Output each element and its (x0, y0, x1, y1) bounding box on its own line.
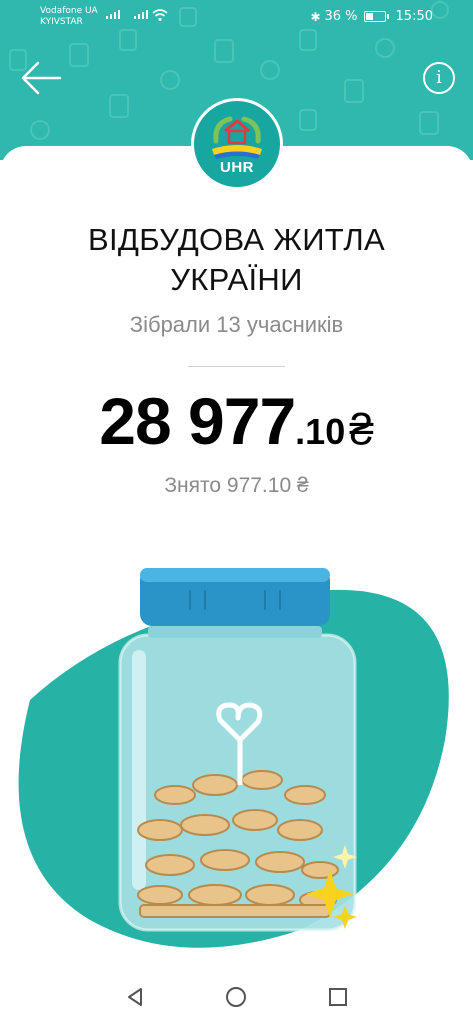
system-nav-bar (0, 966, 473, 1024)
battery-icon (363, 11, 389, 22)
nav-back-button[interactable] (124, 986, 146, 1008)
back-button[interactable] (18, 58, 64, 98)
divider (188, 366, 285, 367)
signal-1-icon (106, 10, 120, 19)
amount-main: 28 977 (99, 384, 296, 458)
wifi-icon (152, 9, 168, 22)
square-recents-icon (329, 988, 347, 1006)
withdrawn-amount: Знято 977.10 ₴ (164, 474, 309, 497)
carrier-2: KYIVSTAR (40, 17, 83, 27)
jar-illustration (18, 568, 449, 948)
members-count: Зібрали 13 учасників (129, 312, 344, 337)
carrier-names: Vodafone UA KYIVSTAR (40, 6, 98, 28)
bluetooth-icon: ✱ (310, 9, 321, 24)
circle-home-icon (226, 987, 246, 1007)
amount-cents: .10 (295, 411, 346, 452)
logo-text: UHR (220, 159, 254, 176)
nav-recents-button[interactable] (327, 986, 349, 1008)
carrier-1: Vodafone UA (40, 6, 98, 16)
jar-title-line-2: УКРАЇНИ (170, 262, 303, 297)
status-right: ✱ 36 % 15:50 (310, 9, 433, 24)
signal-2-icon (134, 10, 148, 19)
triangle-back-icon (128, 988, 142, 1006)
battery-percent: 36 % (324, 9, 358, 24)
jar-title-line-1: ВІДБУДОВА ЖИТЛА (88, 222, 385, 257)
clock: 15:50 (395, 9, 433, 24)
nav-home-button[interactable] (225, 986, 247, 1008)
info-button[interactable]: i (423, 62, 455, 94)
arrow-left-icon (21, 61, 62, 95)
status-bar: Vodafone UA KYIVSTAR ✱ 36 % 15:50 (0, 0, 473, 34)
info-icon: i (436, 67, 442, 88)
collected-amount: 28 977.10₴ (20, 383, 453, 459)
currency-sign: ₴ (349, 405, 374, 454)
jar-title: ВІДБУДОВА ЖИТЛА УКРАЇНИ (20, 220, 453, 300)
jar-logo: UHR (191, 98, 283, 190)
